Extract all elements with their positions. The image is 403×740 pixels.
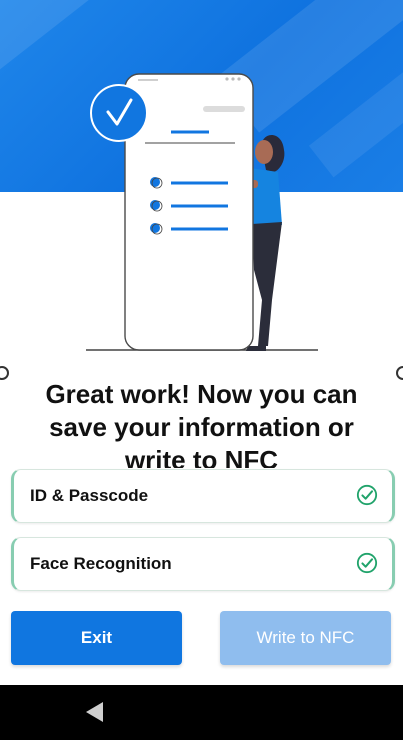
system-navigation-bar: [0, 685, 403, 740]
phone-illustration: [86, 73, 318, 351]
check-circle-icon: [356, 484, 378, 506]
write-to-nfc-button[interactable]: Write to NFC: [220, 611, 391, 665]
completion-headline: Great work! Now you can save your inform…: [45, 379, 358, 468]
back-icon[interactable]: [86, 702, 103, 722]
card-label: Face Recognition: [30, 554, 172, 573]
verified-check-icon: [90, 84, 148, 142]
exit-button[interactable]: Exit: [11, 611, 182, 665]
face-recognition-card[interactable]: Face Recognition: [11, 537, 395, 591]
card-label: ID & Passcode: [30, 486, 149, 505]
id-passcode-card[interactable]: ID & Passcode: [11, 469, 395, 523]
carousel-left-indicator: [0, 366, 9, 380]
check-circle-icon: [356, 552, 378, 574]
carousel-right-indicator: [396, 366, 403, 380]
